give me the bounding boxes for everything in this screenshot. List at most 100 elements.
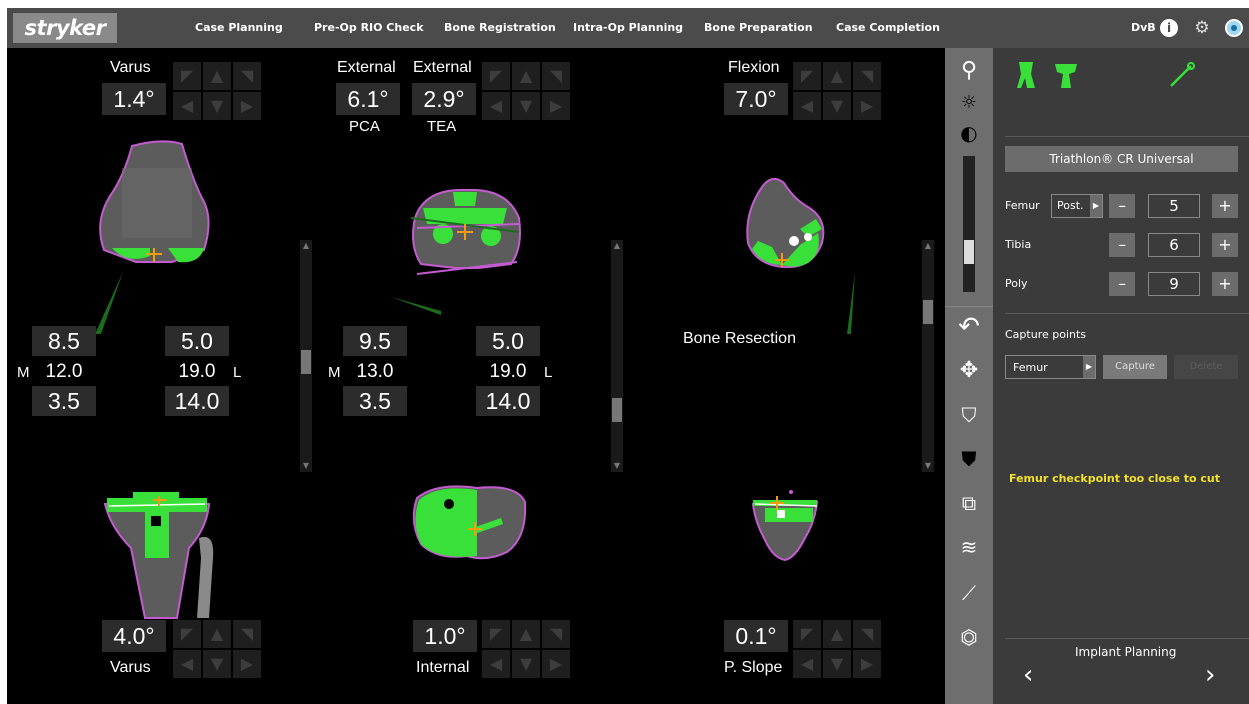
poly-size-value[interactable]: 9 <box>1148 272 1200 296</box>
femur-flexion-adjust-arrows[interactable]: ◤ ▲ ◥ ◀ ▼ ▶ <box>793 62 883 122</box>
scroll-down-icon[interactable]: ▼ <box>300 460 312 472</box>
femur-implant-icon[interactable] <box>1015 60 1037 90</box>
scroll-thumb[interactable] <box>612 398 622 422</box>
info-icon[interactable]: i <box>1160 19 1178 37</box>
arrow-down-icon[interactable]: ▼ <box>203 650 231 678</box>
arrow-down-icon[interactable]: ▼ <box>823 650 851 678</box>
previous-step-chevron-icon[interactable]: ‹ <box>1023 660 1033 690</box>
camera-view-icon[interactable]: ⧉ <box>945 486 993 520</box>
arrow-right-icon[interactable]: ▶ <box>853 650 881 678</box>
arrow-left-icon[interactable]: ◀ <box>482 92 510 120</box>
tab-case-completion[interactable]: Case Completion <box>836 8 940 48</box>
arrow-right-icon[interactable]: ▶ <box>542 92 570 120</box>
gear-icon[interactable]: ⚙ <box>1193 19 1211 37</box>
arrow-left-icon[interactable]: ◀ <box>793 650 821 678</box>
arrow-up-left-icon[interactable]: ◤ <box>482 62 510 90</box>
arrow-right-icon[interactable]: ▶ <box>853 92 881 120</box>
next-step-chevron-icon[interactable]: › <box>1205 660 1215 690</box>
arrow-left-icon[interactable]: ◀ <box>482 650 510 678</box>
arrow-up-icon[interactable]: ▲ <box>823 620 851 648</box>
panel-divider <box>1005 136 1249 137</box>
tab-pre-op-rio-check[interactable]: Pre-Op RIO Check <box>314 8 424 48</box>
left-view-scrollbar[interactable]: ▲ ▼ <box>300 240 312 472</box>
poly-increase-button[interactable]: + <box>1212 272 1238 296</box>
probe-tool-icon[interactable] <box>1167 60 1197 90</box>
arrow-down-icon[interactable]: ▼ <box>823 92 851 120</box>
femur-decrease-button[interactable]: – <box>1109 194 1135 218</box>
arrow-up-right-icon[interactable]: ◥ <box>542 62 570 90</box>
right-view-scrollbar[interactable]: ▲ ▼ <box>922 240 934 472</box>
arrow-left-icon[interactable]: ◀ <box>173 650 201 678</box>
femur-varus-adjust-arrows[interactable]: ◤ ▲ ◥ ◀ ▼ ▶ <box>173 62 263 122</box>
tibia-size-value[interactable]: 6 <box>1148 233 1200 257</box>
user-initials[interactable]: DvB <box>1131 8 1156 48</box>
arrow-down-icon[interactable]: ▼ <box>512 650 540 678</box>
arrow-up-left-icon[interactable]: ◤ <box>793 620 821 648</box>
femur-option-dropdown[interactable]: Post. ▶ <box>1051 194 1103 218</box>
femur-size-value[interactable]: 5 <box>1148 194 1200 218</box>
arrow-up-icon[interactable]: ▲ <box>512 620 540 648</box>
search-icon[interactable]: ⚲ <box>945 54 993 88</box>
arrow-up-icon[interactable]: ▲ <box>512 62 540 90</box>
arrow-up-right-icon[interactable]: ◥ <box>542 620 570 648</box>
capture-button[interactable]: Capture <box>1103 355 1167 379</box>
arrow-up-icon[interactable]: ▲ <box>203 620 231 648</box>
tibia-decrease-button[interactable]: – <box>1109 233 1135 257</box>
tibia-varus-adjust-arrows[interactable]: ◤ ▲ ◥ ◀ ▼ ▶ <box>173 620 263 680</box>
move-icon[interactable]: ✥ <box>945 354 993 388</box>
arrow-up-right-icon[interactable]: ◥ <box>233 62 261 90</box>
knee-icon[interactable]: ⏣ <box>945 620 993 654</box>
mid-view-scrollbar[interactable]: ▲ ▼ <box>611 240 623 472</box>
scroll-down-icon[interactable]: ▼ <box>611 460 623 472</box>
contrast-slider-thumb[interactable] <box>964 240 974 264</box>
arrow-up-right-icon[interactable]: ◥ <box>233 620 261 648</box>
arrow-up-right-icon[interactable]: ◥ <box>853 62 881 90</box>
arrow-down-icon[interactable]: ▼ <box>512 92 540 120</box>
arrow-up-icon[interactable]: ▲ <box>823 62 851 90</box>
arrow-right-icon[interactable]: ▶ <box>233 92 261 120</box>
tab-case-planning[interactable]: Case Planning <box>195 8 283 48</box>
toolbar-divider <box>945 306 993 307</box>
scroll-up-icon[interactable]: ▲ <box>922 240 934 252</box>
scroll-up-icon[interactable]: ▲ <box>300 240 312 252</box>
delete-button[interactable]: Delete <box>1174 355 1238 379</box>
arrow-up-left-icon[interactable]: ◤ <box>173 62 201 90</box>
tab-bone-preparation[interactable]: Bone Preparation <box>704 8 813 48</box>
arrow-down-icon[interactable]: ▼ <box>203 92 231 120</box>
contrast-slider[interactable] <box>963 156 975 292</box>
probe-icon[interactable]: ⟋ <box>945 576 993 610</box>
tibia-implant-icon[interactable] <box>1053 60 1079 90</box>
tibia-increase-button[interactable]: + <box>1212 233 1238 257</box>
scroll-thumb[interactable] <box>923 300 933 324</box>
femur-view-icon[interactable]: ⛉ <box>945 398 993 432</box>
arrow-up-icon[interactable]: ▲ <box>203 62 231 90</box>
tibia-slope-adjust-arrows[interactable]: ◤ ▲ ◥ ◀ ▼ ▶ <box>793 620 883 680</box>
femur-increase-button[interactable]: + <box>1212 194 1238 218</box>
capture-target-value: Femur <box>1013 361 1048 374</box>
contrast-icon[interactable]: ◐ <box>945 116 993 150</box>
tibia-rotation-label: Internal <box>416 659 470 676</box>
arrow-up-left-icon[interactable]: ◤ <box>173 620 201 648</box>
arrow-right-icon[interactable]: ▶ <box>233 650 261 678</box>
undo-icon[interactable]: ↶ <box>945 310 993 344</box>
arrow-left-icon[interactable]: ◀ <box>793 92 821 120</box>
brightness-icon[interactable]: ☼ <box>945 86 993 120</box>
implant-view-icon[interactable]: ≋ <box>945 530 993 564</box>
implant-name-button[interactable]: Triathlon® CR Universal <box>1005 146 1238 172</box>
arrow-left-icon[interactable]: ◀ <box>173 92 201 120</box>
camera-icon[interactable] <box>1225 19 1243 37</box>
arrow-up-left-icon[interactable]: ◤ <box>793 62 821 90</box>
tibia-rotation-adjust-arrows[interactable]: ◤ ▲ ◥ ◀ ▼ ▶ <box>482 620 572 680</box>
tab-bone-registration[interactable]: Bone Registration <box>444 8 556 48</box>
scroll-down-icon[interactable]: ▼ <box>922 460 934 472</box>
scroll-up-icon[interactable]: ▲ <box>611 240 623 252</box>
femur-rotation-adjust-arrows[interactable]: ◤ ▲ ◥ ◀ ▼ ▶ <box>482 62 572 122</box>
arrow-right-icon[interactable]: ▶ <box>542 650 570 678</box>
tab-intra-op-planning[interactable]: Intra-Op Planning <box>573 8 683 48</box>
arrow-up-right-icon[interactable]: ◥ <box>853 620 881 648</box>
poly-decrease-button[interactable]: – <box>1109 272 1135 296</box>
capture-target-dropdown[interactable]: Femur ▶ <box>1005 355 1096 379</box>
scroll-thumb[interactable] <box>301 350 311 374</box>
tibia-view-icon[interactable]: ⛊ <box>945 442 993 476</box>
arrow-up-left-icon[interactable]: ◤ <box>482 620 510 648</box>
